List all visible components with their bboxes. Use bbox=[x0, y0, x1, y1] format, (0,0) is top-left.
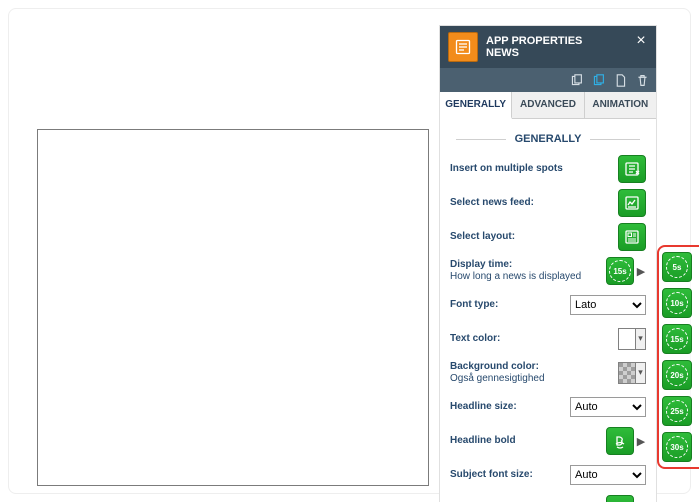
label-text-color: Text color: bbox=[450, 333, 618, 346]
panel-title: APP PROPERTIES bbox=[486, 35, 582, 47]
copy-icon[interactable] bbox=[568, 72, 584, 88]
row-subject-font-size: Subject font size: Auto bbox=[450, 461, 646, 489]
display-time-button[interactable]: 15s bbox=[606, 257, 634, 285]
timer-icon: 20s bbox=[666, 364, 688, 386]
tab-animation[interactable]: ANIMATION bbox=[585, 92, 656, 118]
app-properties-panel: APP PROPERTIES NEWS × GENERALLY ADVANCED… bbox=[439, 25, 657, 502]
trash-icon[interactable] bbox=[634, 72, 650, 88]
row-bg-color: Background color: Også gennesigtighed ▾ bbox=[450, 359, 646, 387]
row-insert-multiple: Insert on multiple spots bbox=[450, 155, 646, 183]
timer-icon: 15s bbox=[609, 260, 631, 282]
section-title: GENERALLY bbox=[440, 133, 656, 145]
editor-canvas[interactable] bbox=[37, 129, 429, 486]
time-option-10s[interactable]: 10s bbox=[662, 288, 692, 318]
row-display-time: Display time: How long a news is display… bbox=[450, 257, 646, 285]
font-type-select[interactable]: Lato bbox=[570, 295, 646, 315]
document-icon[interactable] bbox=[612, 72, 628, 88]
label-bg-color: Background color: Også gennesigtighed bbox=[450, 361, 618, 386]
row-font-type: Font type: Lato bbox=[450, 291, 646, 319]
select-layout-button[interactable] bbox=[618, 223, 646, 251]
row-text-color: Text color: ▾ bbox=[450, 325, 646, 353]
news-app-icon bbox=[448, 32, 478, 62]
close-button[interactable]: × bbox=[632, 32, 650, 50]
margin-button[interactable] bbox=[606, 495, 634, 502]
select-feed-button[interactable] bbox=[618, 189, 646, 217]
tab-generally[interactable]: GENERALLY bbox=[440, 92, 512, 119]
subject-font-size-select[interactable]: Auto bbox=[570, 465, 646, 485]
label-display-time-sub: How long a news is displayed bbox=[450, 271, 606, 284]
timer-icon: 30s bbox=[666, 436, 688, 458]
row-select-feed: Select news feed: bbox=[450, 189, 646, 217]
panel-header: APP PROPERTIES NEWS × bbox=[440, 26, 656, 68]
headline-bold-button[interactable] bbox=[606, 427, 634, 455]
bg-color-picker[interactable]: ▾ bbox=[618, 362, 646, 384]
bg-color-swatch bbox=[619, 363, 635, 383]
text-color-swatch bbox=[619, 329, 635, 349]
label-subject-font-size: Subject font size: bbox=[450, 469, 570, 482]
chevron-down-icon: ▾ bbox=[635, 363, 645, 383]
row-margin: Margin: ▶ bbox=[450, 495, 646, 502]
label-select-feed: Select news feed: bbox=[450, 197, 618, 210]
timer-icon: 10s bbox=[666, 292, 688, 314]
label-insert-multiple: Insert on multiple spots bbox=[450, 163, 618, 176]
row-select-layout: Select layout: bbox=[450, 223, 646, 251]
tab-advanced[interactable]: ADVANCED bbox=[512, 92, 584, 118]
paste-icon[interactable] bbox=[590, 72, 606, 88]
timer-icon: 5s bbox=[666, 256, 688, 278]
time-option-25s[interactable]: 25s bbox=[662, 396, 692, 426]
chevron-down-icon: ▾ bbox=[635, 329, 645, 349]
text-color-picker[interactable]: ▾ bbox=[618, 328, 646, 350]
property-rows: Insert on multiple spots Select news fee… bbox=[440, 155, 656, 502]
label-bg-color-sub: Også gennesigtighed bbox=[450, 373, 618, 386]
label-select-layout: Select layout: bbox=[450, 231, 618, 244]
time-option-15s[interactable]: 15s bbox=[662, 324, 692, 354]
label-headline-size: Headline size: bbox=[450, 401, 570, 414]
time-option-30s[interactable]: 30s bbox=[662, 432, 692, 462]
panel-subtitle: NEWS bbox=[486, 47, 582, 59]
headline-size-select[interactable]: Auto bbox=[570, 397, 646, 417]
display-time-popover: 5s 10s 15s 20s 25s 30s bbox=[657, 245, 699, 469]
row-headline-size: Headline size: Auto bbox=[450, 393, 646, 421]
panel-mini-toolbar bbox=[440, 68, 656, 92]
label-font-type: Font type: bbox=[450, 299, 570, 312]
label-display-time: Display time: How long a news is display… bbox=[450, 259, 606, 284]
headline-bold-flyout-arrow[interactable]: ▶ bbox=[636, 435, 646, 448]
tabs: GENERALLY ADVANCED ANIMATION bbox=[440, 92, 656, 119]
timer-icon: 15s bbox=[666, 328, 688, 350]
timer-icon: 25s bbox=[666, 400, 688, 422]
label-headline-bold: Headline bold bbox=[450, 435, 606, 448]
time-option-20s[interactable]: 20s bbox=[662, 360, 692, 390]
time-option-5s[interactable]: 5s bbox=[662, 252, 692, 282]
display-time-flyout-arrow[interactable]: ▶ bbox=[636, 265, 646, 278]
insert-multiple-button[interactable] bbox=[618, 155, 646, 183]
row-headline-bold: Headline bold ▶ bbox=[450, 427, 646, 455]
